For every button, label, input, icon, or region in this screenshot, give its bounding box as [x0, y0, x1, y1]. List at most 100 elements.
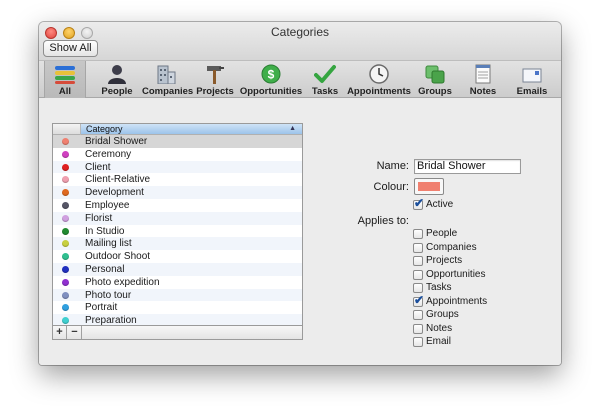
toolbar-label-all: All	[58, 86, 72, 97]
row-label: Outdoor Shoot	[85, 251, 151, 263]
color-dot-icon	[62, 317, 69, 325]
table-row[interactable]: Preparation	[53, 314, 302, 326]
row-label: Bridal Shower	[85, 136, 148, 147]
color-dot-icon	[62, 201, 69, 209]
applies-projects-checkbox[interactable]	[413, 256, 423, 266]
applies-opportunities-label: Opportunities	[426, 268, 486, 280]
colour-label: Colour:	[373, 181, 409, 193]
toolbar-item-companies[interactable]: Companies	[142, 61, 193, 99]
sort-ascending-icon: ▲	[289, 125, 296, 132]
color-dot-icon	[62, 150, 69, 158]
categories-window: Categories Show All All People Companies…	[39, 22, 561, 365]
color-dot-icon	[62, 240, 69, 248]
envelope-icon	[522, 68, 542, 83]
applies-tasks-checkbox[interactable]	[413, 283, 423, 293]
table-row[interactable]: Ceremony	[53, 148, 302, 161]
color-dot-icon	[62, 214, 69, 222]
active-label: Active	[426, 199, 454, 210]
table-row[interactable]: Personal	[53, 262, 302, 276]
applies-email-label: Email	[426, 336, 452, 347]
applies-companies-label: Companies	[426, 241, 477, 253]
color-dot-icon	[62, 227, 69, 235]
applies-people-checkbox[interactable]	[413, 229, 423, 239]
color-dot-icon	[62, 163, 69, 171]
table-row[interactable]: Mailing list	[53, 237, 302, 251]
colour-swatch	[418, 182, 440, 191]
applies-notes-label: Notes	[426, 322, 453, 334]
active-checkbox[interactable]: ✔	[413, 196, 424, 210]
applies-to-label: Applies to:	[357, 215, 409, 227]
clock-icon	[369, 64, 389, 84]
table-row[interactable]: Photo expedition	[53, 276, 302, 289]
toolbar-item-all[interactable]: All	[44, 61, 86, 99]
checkmark-icon: ✔	[414, 196, 425, 210]
toolbar-label-notes: Notes	[469, 86, 497, 97]
groups-icon	[425, 65, 445, 84]
row-label: Preparation	[85, 315, 137, 326]
svg-text:$: $	[268, 68, 275, 82]
table-row[interactable]: Client-Relative	[53, 173, 302, 186]
applies-opportunities-checkbox[interactable]	[413, 269, 423, 280]
toolbar-item-notes[interactable]: Notes	[463, 61, 503, 99]
toolbar-item-emails[interactable]: Emails	[511, 61, 553, 99]
window-title: Categories	[270, 25, 330, 39]
dollar-icon: $	[261, 64, 281, 84]
category-table[interactable]: Category ▲ Bridal Shower Ceremony Client…	[52, 123, 303, 326]
all-icon	[55, 66, 75, 84]
toolbar-item-people[interactable]: People	[96, 61, 138, 99]
color-dot-icon	[62, 278, 69, 286]
applies-notes-checkbox[interactable]	[413, 323, 423, 334]
building-icon	[157, 65, 176, 84]
color-column-header[interactable]	[53, 124, 81, 135]
row-label: Photo expedition	[85, 276, 160, 288]
checkmark-icon	[314, 65, 336, 83]
color-dot-icon	[62, 253, 69, 261]
table-row[interactable]: Florist	[53, 211, 302, 225]
toolbar-item-projects[interactable]: Projects	[194, 61, 236, 99]
row-label: Employee	[85, 199, 130, 211]
color-dot-icon	[62, 138, 69, 145]
toolbar-item-opportunities[interactable]: $ Opportunities	[239, 61, 303, 99]
row-label: In Studio	[85, 225, 125, 237]
applies-appointments-label: Appointments	[426, 295, 488, 307]
table-row[interactable]: Bridal Shower	[53, 135, 302, 148]
content-area: Category ▲ Bridal Shower Ceremony Client…	[39, 98, 561, 365]
applies-email-checkbox[interactable]	[413, 337, 423, 347]
table-row[interactable]: Employee	[53, 199, 302, 212]
color-dot-icon	[62, 189, 69, 197]
color-dot-icon	[62, 176, 69, 184]
row-label: Florist	[85, 212, 113, 224]
row-label: Portrait	[85, 302, 118, 314]
add-category-button[interactable]: +	[53, 326, 67, 339]
person-icon	[108, 65, 126, 84]
color-dot-icon	[62, 304, 69, 312]
applies-companies-checkbox[interactable]	[413, 242, 423, 253]
checkmark-icon: ✔	[414, 292, 425, 307]
toolbar: All People Companies Projects $ Opportun…	[39, 60, 561, 99]
category-column-header[interactable]: Category ▲	[81, 124, 302, 134]
row-label: Ceremony	[85, 148, 132, 160]
toolbar-item-tasks[interactable]: Tasks	[305, 61, 345, 99]
applies-groups-checkbox[interactable]	[413, 310, 423, 320]
color-dot-icon	[62, 265, 69, 273]
applies-appointments-checkbox[interactable]: ✔	[413, 293, 424, 307]
table-footer: + −	[52, 326, 303, 340]
show-all-button[interactable]: Show All	[43, 40, 98, 57]
table-row[interactable]: Client	[53, 160, 302, 174]
table-row[interactable]: Photo tour	[53, 288, 302, 302]
toolbar-item-groups[interactable]: Groups	[415, 61, 455, 99]
toolbar-label-appointments: Appointments	[347, 86, 411, 97]
colour-well[interactable]	[414, 178, 444, 195]
title-bar: Categories Show All	[39, 22, 561, 60]
hammer-icon	[207, 66, 224, 84]
table-row[interactable]: Portrait	[53, 301, 302, 314]
applies-groups-label: Groups	[426, 309, 459, 320]
table-row[interactable]: In Studio	[53, 225, 302, 238]
name-field[interactable]: Bridal Shower	[414, 159, 521, 174]
toolbar-label-people: People	[101, 86, 133, 97]
remove-category-button[interactable]: −	[68, 326, 82, 339]
table-row[interactable]: Development	[53, 186, 302, 199]
toolbar-item-appointments[interactable]: Appointments	[347, 61, 411, 99]
row-label: Development	[85, 187, 144, 199]
table-row[interactable]: Outdoor Shoot	[53, 250, 302, 263]
